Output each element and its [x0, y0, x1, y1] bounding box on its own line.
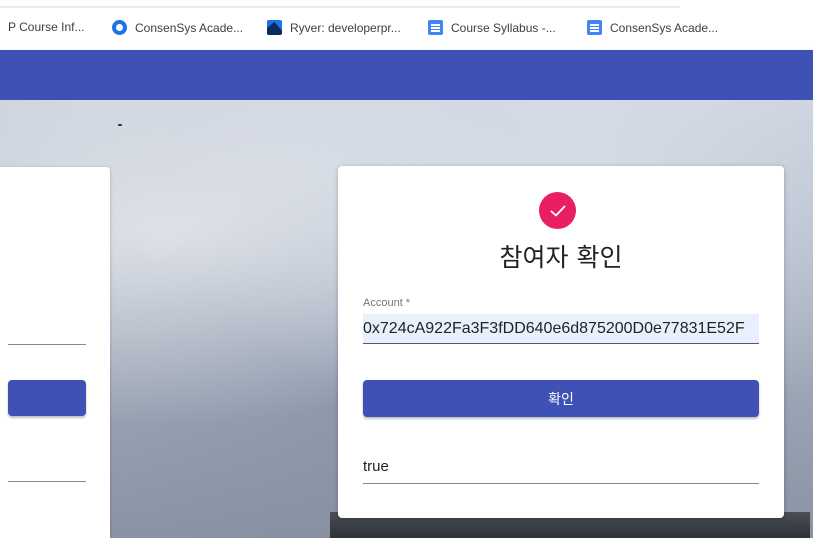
card-title: 참여자 확인 — [499, 243, 623, 272]
check-icon — [550, 205, 565, 216]
bookmark-course-syllabus[interactable]: Course Syllabus -... — [428, 20, 556, 35]
app-bar — [0, 50, 813, 100]
bookmark-label: P Course Inf... — [8, 20, 85, 34]
account-input[interactable] — [363, 314, 759, 344]
participant-check-card: 참여자 확인 Account * 확인 true — [338, 166, 784, 518]
bookmark-consensys-academy-1[interactable]: ConsenSys Acade... — [112, 20, 243, 35]
result-text: true — [363, 456, 759, 484]
bookmarks-bar: P Course Inf... ConsenSys Acade... Ryver… — [0, 0, 813, 50]
bookmark-ryver[interactable]: Ryver: developerpr... — [267, 20, 401, 35]
left-card — [0, 167, 110, 538]
bookmark-label: ConsenSys Acade... — [135, 20, 244, 35]
doc-icon — [428, 20, 443, 35]
background-bird — [118, 124, 122, 126]
ryver-icon — [267, 20, 282, 35]
account-label: Account * — [363, 297, 411, 309]
bookmark-label: ConsenSys Acade... — [610, 20, 719, 35]
bookmark-label: Course Syllabus -... — [451, 20, 556, 35]
left-result-underline — [8, 481, 86, 482]
doc-icon — [587, 20, 602, 35]
bookmark-label: Ryver: developerpr... — [290, 20, 401, 35]
status-avatar — [539, 192, 576, 229]
consensys-icon — [112, 20, 127, 35]
bookmark-p-course-info[interactable]: P Course Inf... — [8, 20, 84, 34]
bookmark-consensys-academy-2[interactable]: ConsenSys Acade... — [587, 20, 718, 35]
left-card-button[interactable] — [8, 380, 86, 416]
scrollbar-track — [0, 6, 680, 8]
left-input-underline[interactable] — [8, 344, 86, 345]
confirm-button[interactable]: 확인 — [363, 380, 759, 417]
